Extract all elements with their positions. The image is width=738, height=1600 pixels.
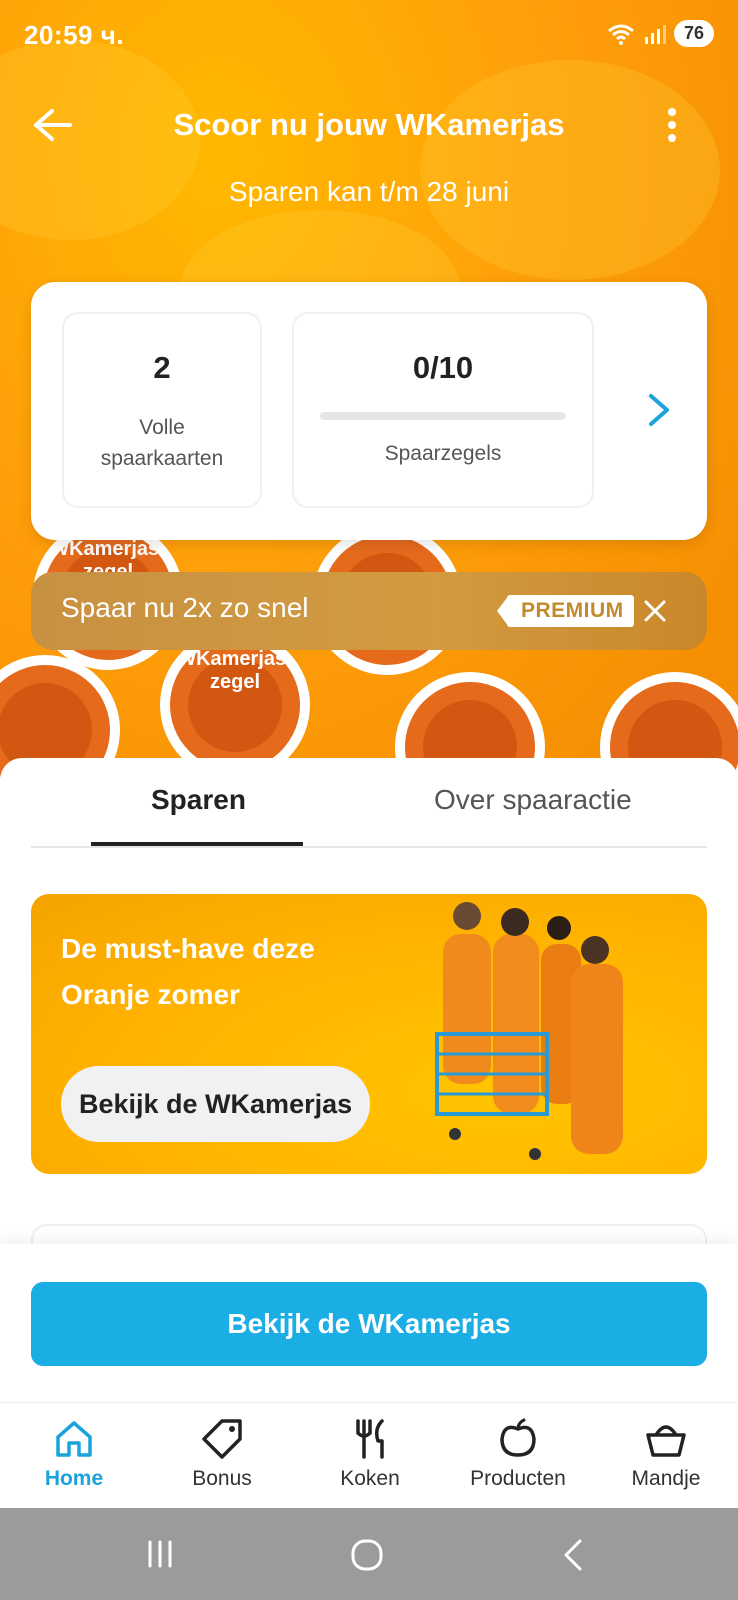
tag-icon xyxy=(202,1419,242,1459)
nav-home[interactable]: Home xyxy=(0,1417,148,1491)
tab-bar: Sparen Over spaaractie xyxy=(31,758,707,848)
home-button-icon[interactable] xyxy=(350,1538,384,1572)
app-header: Scoor nu jouw WKamerjas xyxy=(0,95,738,155)
tab-over-spaaractie[interactable]: Over spaaractie xyxy=(434,784,632,816)
cta-container: Bekijk de WKamerjas xyxy=(0,1244,738,1402)
active-tab-indicator xyxy=(91,842,303,846)
nav-producten[interactable]: Producten xyxy=(444,1417,592,1491)
nav-koken[interactable]: Koken xyxy=(296,1417,444,1491)
stamps-count: 0/10 xyxy=(412,350,474,385)
basket-icon xyxy=(646,1425,686,1457)
savings-summary-card[interactable]: 2 Volle spaarkaarten 0/10 Spaarzegels xyxy=(31,282,707,540)
stamps-tile: 0/10 Spaarzegels xyxy=(292,312,594,508)
promo-title: De must-have deze Oranje zomer xyxy=(61,933,315,1010)
premium-banner-text: Spaar nu 2x zo snel xyxy=(61,592,309,623)
stamps-progress-bar xyxy=(320,412,566,420)
promo-card[interactable]: De must-have deze Oranje zomer Bekijk de… xyxy=(31,894,707,1174)
nav-bonus[interactable]: Bonus xyxy=(148,1417,296,1491)
signal-icon xyxy=(644,24,666,44)
full-cards-tile: 2 Volle spaarkaarten xyxy=(62,312,262,508)
full-cards-count: 2 xyxy=(153,350,171,385)
more-options-icon[interactable] xyxy=(666,107,678,143)
chevron-right-icon[interactable] xyxy=(645,390,673,430)
system-back-icon[interactable] xyxy=(560,1538,586,1572)
home-icon xyxy=(56,1421,92,1457)
premium-banner[interactable]: Spaar nu 2x zo snel PREMIUM xyxy=(31,572,707,650)
premium-badge: PREMIUM xyxy=(497,595,634,627)
apple-icon xyxy=(500,1418,536,1457)
full-cards-label: Volle spaarkaarten xyxy=(100,416,224,470)
status-bar: 20:59 ч. 76 xyxy=(0,0,738,70)
view-jacket-button[interactable]: Bekijk de WKamerjas xyxy=(31,1282,707,1366)
system-navigation-bar xyxy=(0,1508,738,1600)
tab-sparen[interactable]: Sparen xyxy=(151,784,246,816)
stamps-label: Spaarzegels xyxy=(384,442,502,465)
page-subtitle: Sparen kan t/m 28 juni xyxy=(228,176,510,207)
status-time: 20:59 ч. xyxy=(24,20,125,50)
promo-button[interactable]: Bekijk de WKamerjas xyxy=(61,1066,371,1142)
bottom-navigation: Home Bonus Koken Producten Mandje xyxy=(0,1402,738,1508)
nav-mandje[interactable]: Mandje xyxy=(592,1417,738,1491)
battery-indicator: 76 xyxy=(673,20,714,47)
recent-apps-icon[interactable] xyxy=(144,1538,176,1570)
wifi-icon xyxy=(608,24,634,45)
cutlery-icon xyxy=(356,1419,384,1459)
players-illustration xyxy=(435,902,623,1160)
page-title: Scoor nu jouw WKamerjas xyxy=(173,107,565,142)
close-icon[interactable] xyxy=(643,599,667,623)
